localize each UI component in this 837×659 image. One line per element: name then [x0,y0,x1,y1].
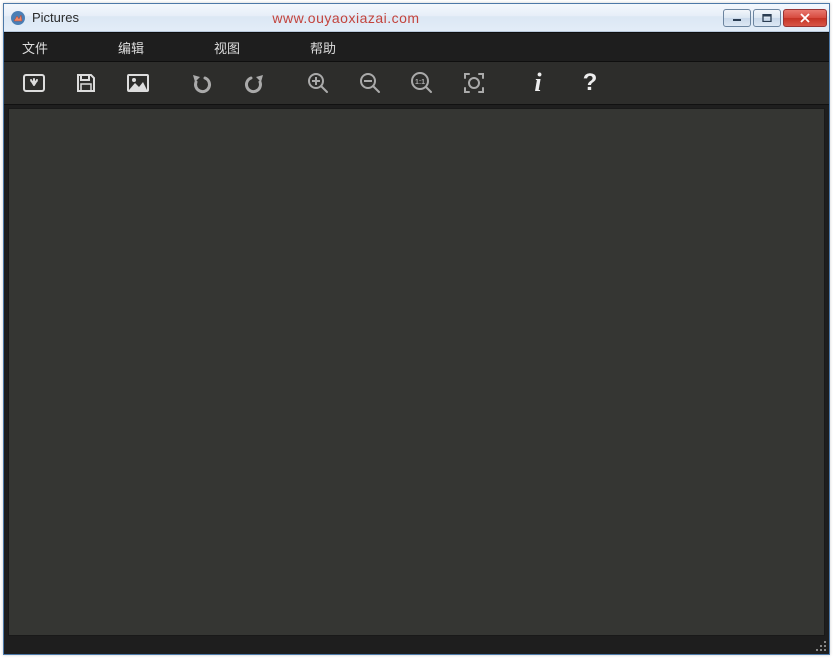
close-button[interactable] [783,9,827,27]
save-icon [75,72,97,94]
image-icon [126,73,150,93]
app-window: Pictures www.ouyaoxiazai.com 文件 编辑 视图 帮助 [3,3,830,655]
window-controls [723,9,827,27]
svg-text:1:1: 1:1 [415,79,425,86]
minimize-button[interactable] [723,9,751,27]
menu-edit[interactable]: 编辑 [104,34,158,61]
maximize-button[interactable] [753,9,781,27]
info-button[interactable]: i [516,63,560,103]
redo-icon [243,72,265,94]
open-icon [22,72,46,94]
zoom-actual-icon: 1:1 [410,71,434,95]
zoom-in-button[interactable] [296,63,340,103]
zoom-fit-icon [462,71,486,95]
zoom-out-icon [358,71,382,95]
info-icon: i [534,68,541,98]
statusbar [4,636,829,654]
undo-button[interactable] [180,63,224,103]
zoom-fit-button[interactable] [452,63,496,103]
menu-help[interactable]: 帮助 [296,34,350,61]
image-button[interactable] [116,63,160,103]
save-button[interactable] [64,63,108,103]
toolbar: 1:1 i ? [4,62,829,105]
help-button[interactable]: ? [568,63,612,103]
open-button[interactable] [12,63,56,103]
titlebar: Pictures www.ouyaoxiazai.com [4,4,829,32]
menu-file[interactable]: 文件 [8,34,62,61]
undo-icon [191,72,213,94]
redo-button[interactable] [232,63,276,103]
zoom-actual-button[interactable]: 1:1 [400,63,444,103]
menubar: 文件 编辑 视图 帮助 [4,32,829,62]
resize-grip[interactable] [813,638,827,652]
canvas-area[interactable] [8,108,825,636]
menu-view[interactable]: 视图 [200,34,254,61]
zoom-out-button[interactable] [348,63,392,103]
watermark-text: www.ouyaoxiazai.com [0,10,723,26]
zoom-in-icon [306,71,330,95]
help-icon: ? [583,69,598,97]
